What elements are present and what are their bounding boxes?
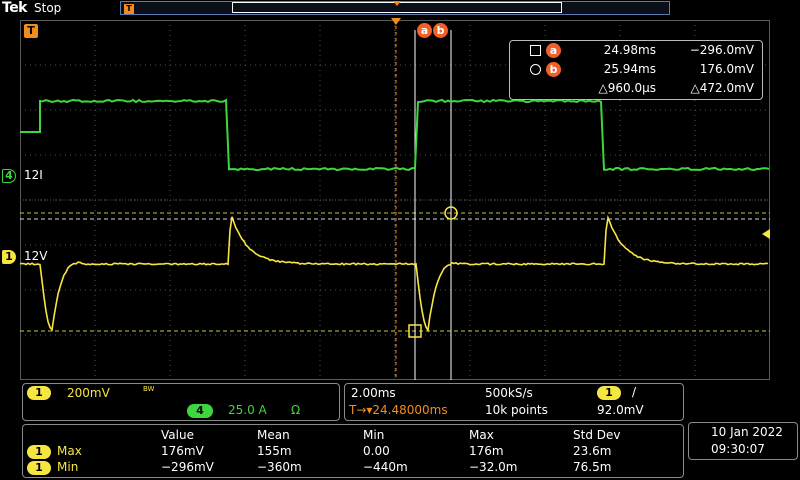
row-max-name: Max [57, 444, 82, 458]
row-min-min: −440m [363, 460, 408, 474]
ch1-waveform [20, 217, 768, 330]
trigger-position-icon[interactable] [391, 18, 401, 25]
time-per-div: 2.00ms [351, 386, 396, 400]
sample-rate: 500kS/s [485, 386, 533, 400]
row-max-mean: 155m [257, 444, 292, 458]
ch1-label: 12V [24, 249, 47, 263]
record-length: 10k points [485, 403, 548, 417]
cursor-b-value: 176.0mV [670, 62, 754, 76]
top-status-bar: Tek Stop T [0, 0, 800, 18]
vertical-panel[interactable]: 1 200mV BW 4 25.0 A Ω [22, 383, 340, 421]
row-min-value: −296mV [161, 460, 214, 474]
cursor-delta-value: △472.0mV [670, 81, 754, 95]
ch1-marker[interactable]: 1 [2, 250, 16, 264]
cursor-b-time: 25.94ms [576, 62, 656, 76]
ch1-scale: 200mV [67, 386, 110, 400]
trigger-slope-icon: / [632, 385, 636, 399]
cursor-a-time: 24.98ms [576, 43, 656, 57]
cursor-readout[interactable]: a 24.98ms −296.0mV b 25.94ms 176.0mV △96… [509, 40, 763, 100]
row-min-std-dev: 76.5m [573, 460, 611, 474]
ch4-scale-badge: 4 [187, 404, 213, 418]
row-min-name: Min [57, 460, 78, 474]
trigger-marker-icon[interactable]: T [24, 24, 38, 38]
cursor-b-row: b 25.94ms 176.0mV [510, 61, 762, 79]
cursor-a-badge[interactable]: a [417, 23, 432, 38]
header-max: Max [469, 428, 494, 442]
brand-logo: Tek [2, 0, 27, 16]
record-trigger-flag: T [124, 4, 134, 14]
header-min: Min [363, 428, 384, 442]
acquisition-state: Stop [34, 1, 61, 15]
trigger-level-arrow-icon[interactable] [762, 229, 770, 239]
cursor-b-badge[interactable]: b [433, 23, 448, 38]
ch4-marker[interactable]: 4 [2, 169, 16, 183]
row-max-min: 0.00 [363, 444, 390, 458]
row-max-max: 176m [469, 444, 504, 458]
time: 09:30:07 [711, 442, 765, 456]
trigger-level: 92.0mV [597, 403, 644, 417]
cursor-delta-row: △960.0µs △472.0mV [510, 80, 762, 98]
ch1-scale-badge: 1 [27, 386, 51, 400]
square-icon [530, 45, 541, 56]
row-max-value: 176mV [161, 444, 204, 458]
cursor-a-value: −296.0mV [670, 43, 754, 57]
datetime-panel: 10 Jan 2022 09:30:07 [688, 422, 798, 460]
record-center-arrow-icon [393, 1, 401, 6]
row-min-channel-badge: 1 [27, 461, 51, 475]
cursor-b-badge-small: b [546, 62, 561, 77]
row-min-max: −32.0m [469, 460, 517, 474]
cursor-delta-time: △960.0µs [576, 81, 656, 95]
row-max-std-dev: 23.6m [573, 444, 611, 458]
ch4-scale: 25.0 A [228, 403, 267, 417]
ch1-bandwidth-icon: BW [143, 385, 154, 393]
cursor-a-badge-small: a [546, 43, 561, 58]
measurements-panel[interactable]: Value Mean Min Max Std Dev 1 Max 176mV 1… [22, 424, 684, 478]
circle-icon [530, 64, 541, 75]
trigger-source-badge: 1 [597, 386, 621, 400]
ch4-label: 12I [24, 168, 43, 182]
header-std-dev: Std Dev [573, 428, 620, 442]
row-min-mean: −360m [257, 460, 302, 474]
header-mean: Mean [257, 428, 290, 442]
horizontal-panel[interactable]: 2.00ms 500kS/s 1 / T→▾24.48000ms 10k poi… [344, 383, 684, 421]
row-max-channel-badge: 1 [27, 445, 51, 459]
date: 10 Jan 2022 [711, 425, 783, 439]
cursor-a-row: a 24.98ms −296.0mV [510, 42, 762, 60]
ch4-unit-icon: Ω [291, 403, 300, 417]
trigger-position: T→▾24.48000ms [349, 403, 448, 417]
header-value: Value [161, 428, 194, 442]
